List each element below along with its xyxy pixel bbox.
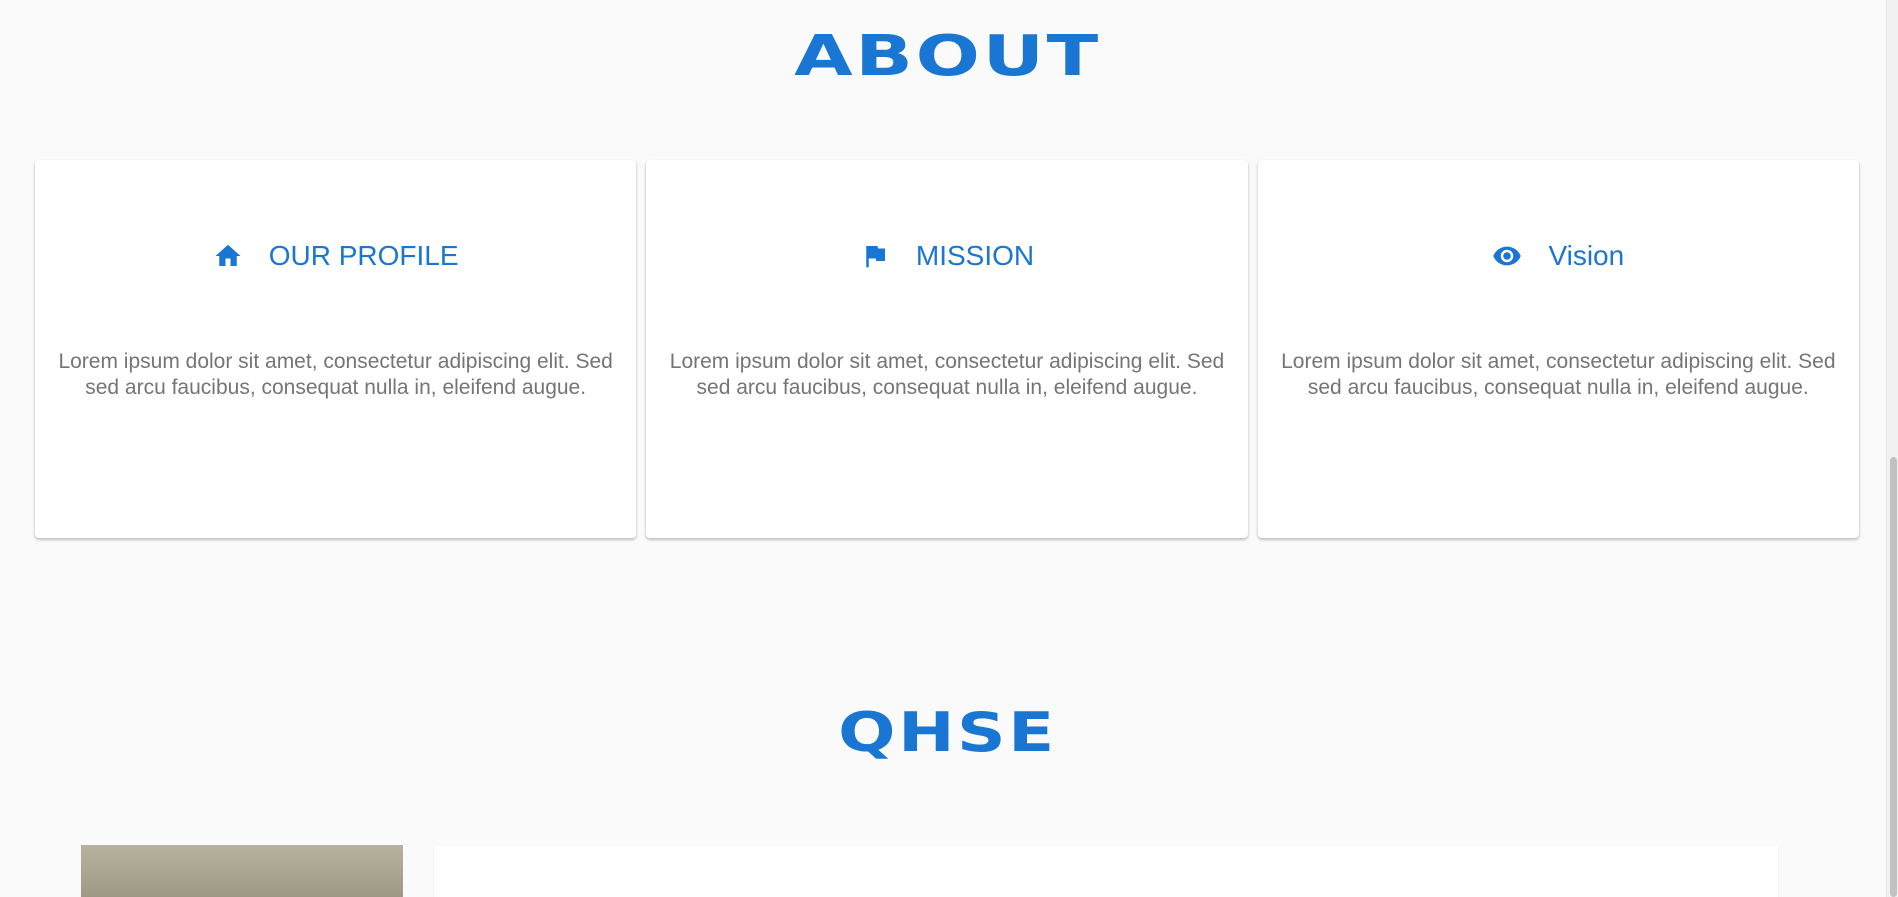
about-cards: OUR PROFILE Lorem ipsum dolor sit amet, … [35, 160, 1859, 538]
card-text: Lorem ipsum dolor sit amet, consectetur … [669, 350, 1225, 399]
about-heading: ABOUT [794, 24, 1101, 89]
card-title: MISSION [915, 240, 1035, 271]
card-header: OUR PROFILE [213, 240, 459, 272]
scrollbar-thumb[interactable] [1890, 457, 1897, 897]
card-vision: Vision Lorem ipsum dolor sit amet, conse… [1257, 160, 1859, 538]
page: ABOUT OUR PROFILE Lorem ipsum dolor sit … [0, 0, 1898, 897]
card-mission: MISSION Lorem ipsum dolor sit amet, cons… [646, 160, 1248, 538]
card-text: Lorem ipsum dolor sit amet, consectetur … [58, 350, 613, 399]
home-icon [213, 241, 243, 271]
qhse-heading: QHSE [838, 701, 1057, 764]
vertical-scrollbar[interactable] [1886, 0, 1898, 897]
qhse-image [81, 845, 403, 897]
eye-icon [1492, 241, 1522, 271]
card-title: OUR PROFILE [268, 240, 459, 271]
card-header: MISSION [860, 240, 1034, 272]
card-text: Lorem ipsum dolor sit amet, consectetur … [1281, 350, 1836, 399]
card-title: Vision [1548, 240, 1625, 271]
flag-icon [860, 241, 890, 271]
qhse-content-panel [434, 846, 1778, 897]
card-header: Vision [1492, 240, 1624, 272]
card-our-profile: OUR PROFILE Lorem ipsum dolor sit amet, … [35, 160, 637, 538]
